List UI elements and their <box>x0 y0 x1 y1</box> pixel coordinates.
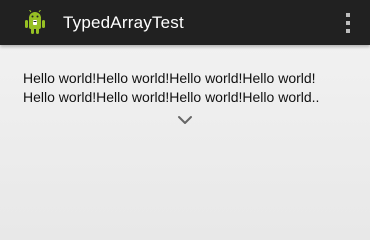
hello-text-line-1: Hello world!Hello world!Hello world!Hell… <box>23 70 316 86</box>
app-title: TypedArrayTest <box>63 13 184 32</box>
overflow-menu-icon <box>346 13 350 17</box>
overflow-menu-icon <box>346 21 350 25</box>
overflow-menu-icon <box>346 29 350 33</box>
action-bar: TypedArrayTest <box>0 0 370 45</box>
android-robot-icon <box>23 9 47 36</box>
main-text-block: Hello world!Hello world!Hello world!Hell… <box>23 69 353 107</box>
overflow-menu-button[interactable] <box>342 11 354 35</box>
hello-text-line-2: Hello world!Hello world!Hello world!Hell… <box>23 89 320 105</box>
chevron-down-icon[interactable] <box>176 111 194 124</box>
